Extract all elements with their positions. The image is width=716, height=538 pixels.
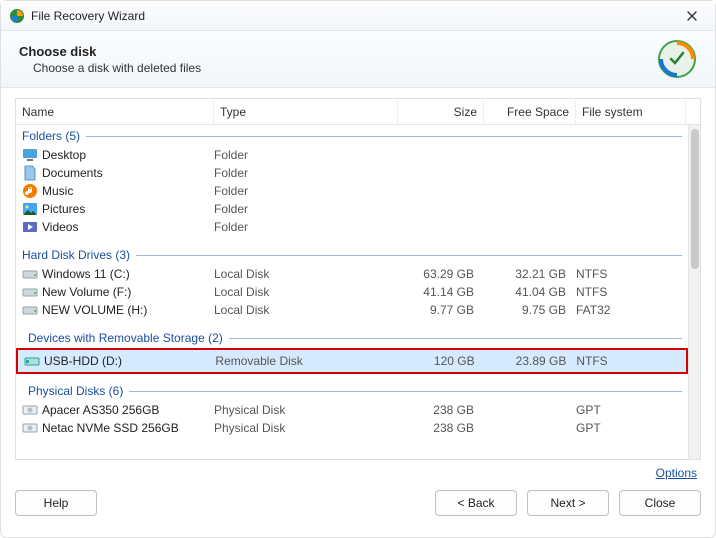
list-item[interactable]: Windows 11 (C:) Local Disk 63.29 GB 32.2… [16, 265, 688, 283]
table-header: Name Type Size Free Space File system [16, 99, 700, 125]
list-item[interactable]: Apacer AS350 256GB Physical Disk 238 GB … [16, 401, 688, 419]
app-icon [9, 8, 25, 24]
pictures-icon [22, 201, 38, 217]
physical-disk-icon [22, 420, 38, 436]
drive-icon [22, 266, 38, 282]
close-button-footer[interactable]: Close [619, 490, 701, 516]
list-item[interactable]: NEW VOLUME (H:) Local Disk 9.77 GB 9.75 … [16, 301, 688, 319]
vertical-scrollbar[interactable] [688, 125, 700, 459]
group-folders[interactable]: Folders (5) [16, 125, 688, 146]
options-link[interactable]: Options [656, 466, 697, 480]
documents-icon [22, 165, 38, 181]
group-divider [229, 338, 682, 339]
group-divider [129, 391, 682, 392]
options-row: Options [1, 460, 715, 484]
group-physical-label: Physical Disks (6) [28, 384, 123, 398]
table-body: Folders (5) Desktop Folder Documents Fol… [16, 125, 688, 459]
group-divider [86, 136, 682, 137]
page-subheading: Choose a disk with deleted files [33, 61, 657, 75]
back-button[interactable]: < Back [435, 490, 517, 516]
group-hdd[interactable]: Hard Disk Drives (3) [16, 244, 688, 265]
page-heading: Choose disk [19, 44, 657, 59]
list-item-selected[interactable]: USB-HDD (D:) Removable Disk 120 GB 23.89… [18, 350, 686, 372]
close-button[interactable] [677, 5, 707, 27]
column-size[interactable]: Size [398, 99, 484, 124]
disk-table: Name Type Size Free Space File system Fo… [15, 98, 701, 460]
column-type[interactable]: Type [214, 99, 398, 124]
list-item[interactable]: Documents Folder [16, 164, 688, 182]
selected-row-highlight: USB-HDD (D:) Removable Disk 120 GB 23.89… [16, 348, 688, 374]
wizard-logo-icon [657, 39, 697, 79]
videos-icon [22, 219, 38, 235]
group-removable[interactable]: Devices with Removable Storage (2) [16, 327, 688, 348]
wizard-footer: Help < Back Next > Close [1, 484, 715, 528]
list-item[interactable]: Videos Folder [16, 218, 688, 236]
group-divider [136, 255, 682, 256]
drive-icon [22, 284, 38, 300]
titlebar: File Recovery Wizard [1, 1, 715, 31]
list-item[interactable]: Desktop Folder [16, 146, 688, 164]
list-item[interactable]: Pictures Folder [16, 200, 688, 218]
usb-drive-icon [24, 353, 40, 369]
window-title: File Recovery Wizard [31, 9, 677, 23]
wizard-header: Choose disk Choose a disk with deleted f… [1, 31, 715, 88]
column-name[interactable]: Name [16, 99, 214, 124]
group-physical[interactable]: Physical Disks (6) [16, 380, 688, 401]
list-item[interactable]: Music Folder [16, 182, 688, 200]
physical-disk-icon [22, 402, 38, 418]
scrollbar-thumb[interactable] [691, 129, 699, 269]
desktop-icon [22, 147, 38, 163]
column-file-system[interactable]: File system [576, 99, 686, 124]
drive-icon [22, 302, 38, 318]
group-hdd-label: Hard Disk Drives (3) [22, 248, 130, 262]
list-item[interactable]: New Volume (F:) Local Disk 41.14 GB 41.0… [16, 283, 688, 301]
help-button[interactable]: Help [15, 490, 97, 516]
column-free-space[interactable]: Free Space [484, 99, 576, 124]
group-folders-label: Folders (5) [22, 129, 80, 143]
next-button[interactable]: Next > [527, 490, 609, 516]
list-item[interactable]: Netac NVMe SSD 256GB Physical Disk 238 G… [16, 419, 688, 437]
group-removable-label: Devices with Removable Storage (2) [28, 331, 223, 345]
music-icon [22, 183, 38, 199]
